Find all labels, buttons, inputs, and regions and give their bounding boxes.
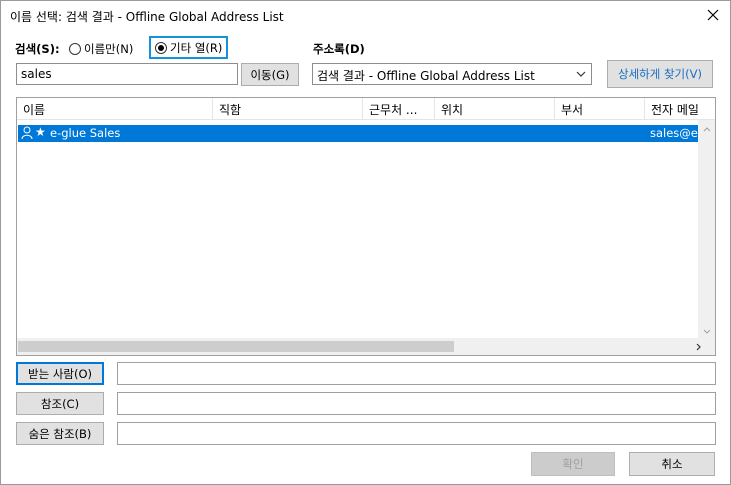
search-input[interactable]: sales xyxy=(16,63,238,85)
radio-name-only-label: 이름만(N) xyxy=(84,42,134,56)
results-list[interactable]: 이름 직함 근무처 ... 위치 부서 전자 메일 ★ e-glue Sales… xyxy=(16,97,716,356)
horizontal-scrollbar[interactable] xyxy=(17,338,715,355)
radio-more-columns-label: 기타 열(R) xyxy=(170,40,223,55)
close-icon xyxy=(707,9,719,24)
column-header-email[interactable]: 전자 메일 xyxy=(645,98,715,120)
radio-more-columns[interactable]: 기타 열(R) xyxy=(149,36,229,59)
scroll-right-icon[interactable] xyxy=(690,338,707,355)
radio-more-columns-circle xyxy=(155,41,167,54)
column-header-department[interactable]: 부서 xyxy=(555,98,645,120)
cc-field[interactable] xyxy=(117,392,716,415)
list-header: 이름 직함 근무처 ... 위치 부서 전자 메일 xyxy=(17,98,715,120)
go-button[interactable]: 이동(G) xyxy=(241,63,299,86)
radio-name-only[interactable]: 이름만(N) xyxy=(69,41,133,57)
close-button[interactable] xyxy=(700,3,726,29)
radio-name-only-circle xyxy=(69,43,81,55)
column-header-office[interactable]: 근무처 ... xyxy=(363,98,435,120)
vertical-scrollbar[interactable] xyxy=(698,120,715,340)
cancel-button[interactable]: 취소 xyxy=(629,452,715,476)
address-book-select[interactable]: 검색 결과 - Offline Global Address List xyxy=(312,63,592,85)
address-book-selected-value: 검색 결과 - Offline Global Address List xyxy=(317,69,535,83)
column-header-name[interactable]: 이름 xyxy=(17,98,213,120)
advanced-find-button[interactable]: 상세하게 찾기(V) xyxy=(607,60,713,88)
bcc-button[interactable]: 숨은 참조(B) xyxy=(16,422,104,445)
address-book-label: 주소록(D) xyxy=(313,42,365,56)
column-header-title[interactable]: 직함 xyxy=(213,98,363,120)
search-label: 검색(S): xyxy=(15,42,60,56)
table-row[interactable]: ★ e-glue Sales sales@e xyxy=(18,125,698,142)
ok-button[interactable]: 확인 xyxy=(531,452,615,476)
select-names-dialog: 이름 선택: 검색 결과 - Offline Global Address Li… xyxy=(0,0,731,485)
title-bar: 이름 선택: 검색 결과 - Offline Global Address Li… xyxy=(1,1,730,31)
cc-button[interactable]: 참조(C) xyxy=(16,392,104,415)
horizontal-scroll-thumb[interactable] xyxy=(18,341,454,352)
window-title: 이름 선택: 검색 결과 - Offline Global Address Li… xyxy=(10,10,284,24)
to-button[interactable]: 받는 사람(O) xyxy=(16,362,104,385)
chevron-down-icon xyxy=(576,68,586,82)
column-header-location[interactable]: 위치 xyxy=(435,98,555,120)
bcc-field[interactable] xyxy=(117,422,716,445)
row-name: e-glue Sales xyxy=(50,126,121,140)
row-email: sales@e xyxy=(650,126,698,140)
scroll-up-icon[interactable] xyxy=(698,120,715,137)
star-icon: ★ xyxy=(35,125,46,139)
contact-icon xyxy=(21,126,33,143)
to-field[interactable] xyxy=(117,362,716,385)
